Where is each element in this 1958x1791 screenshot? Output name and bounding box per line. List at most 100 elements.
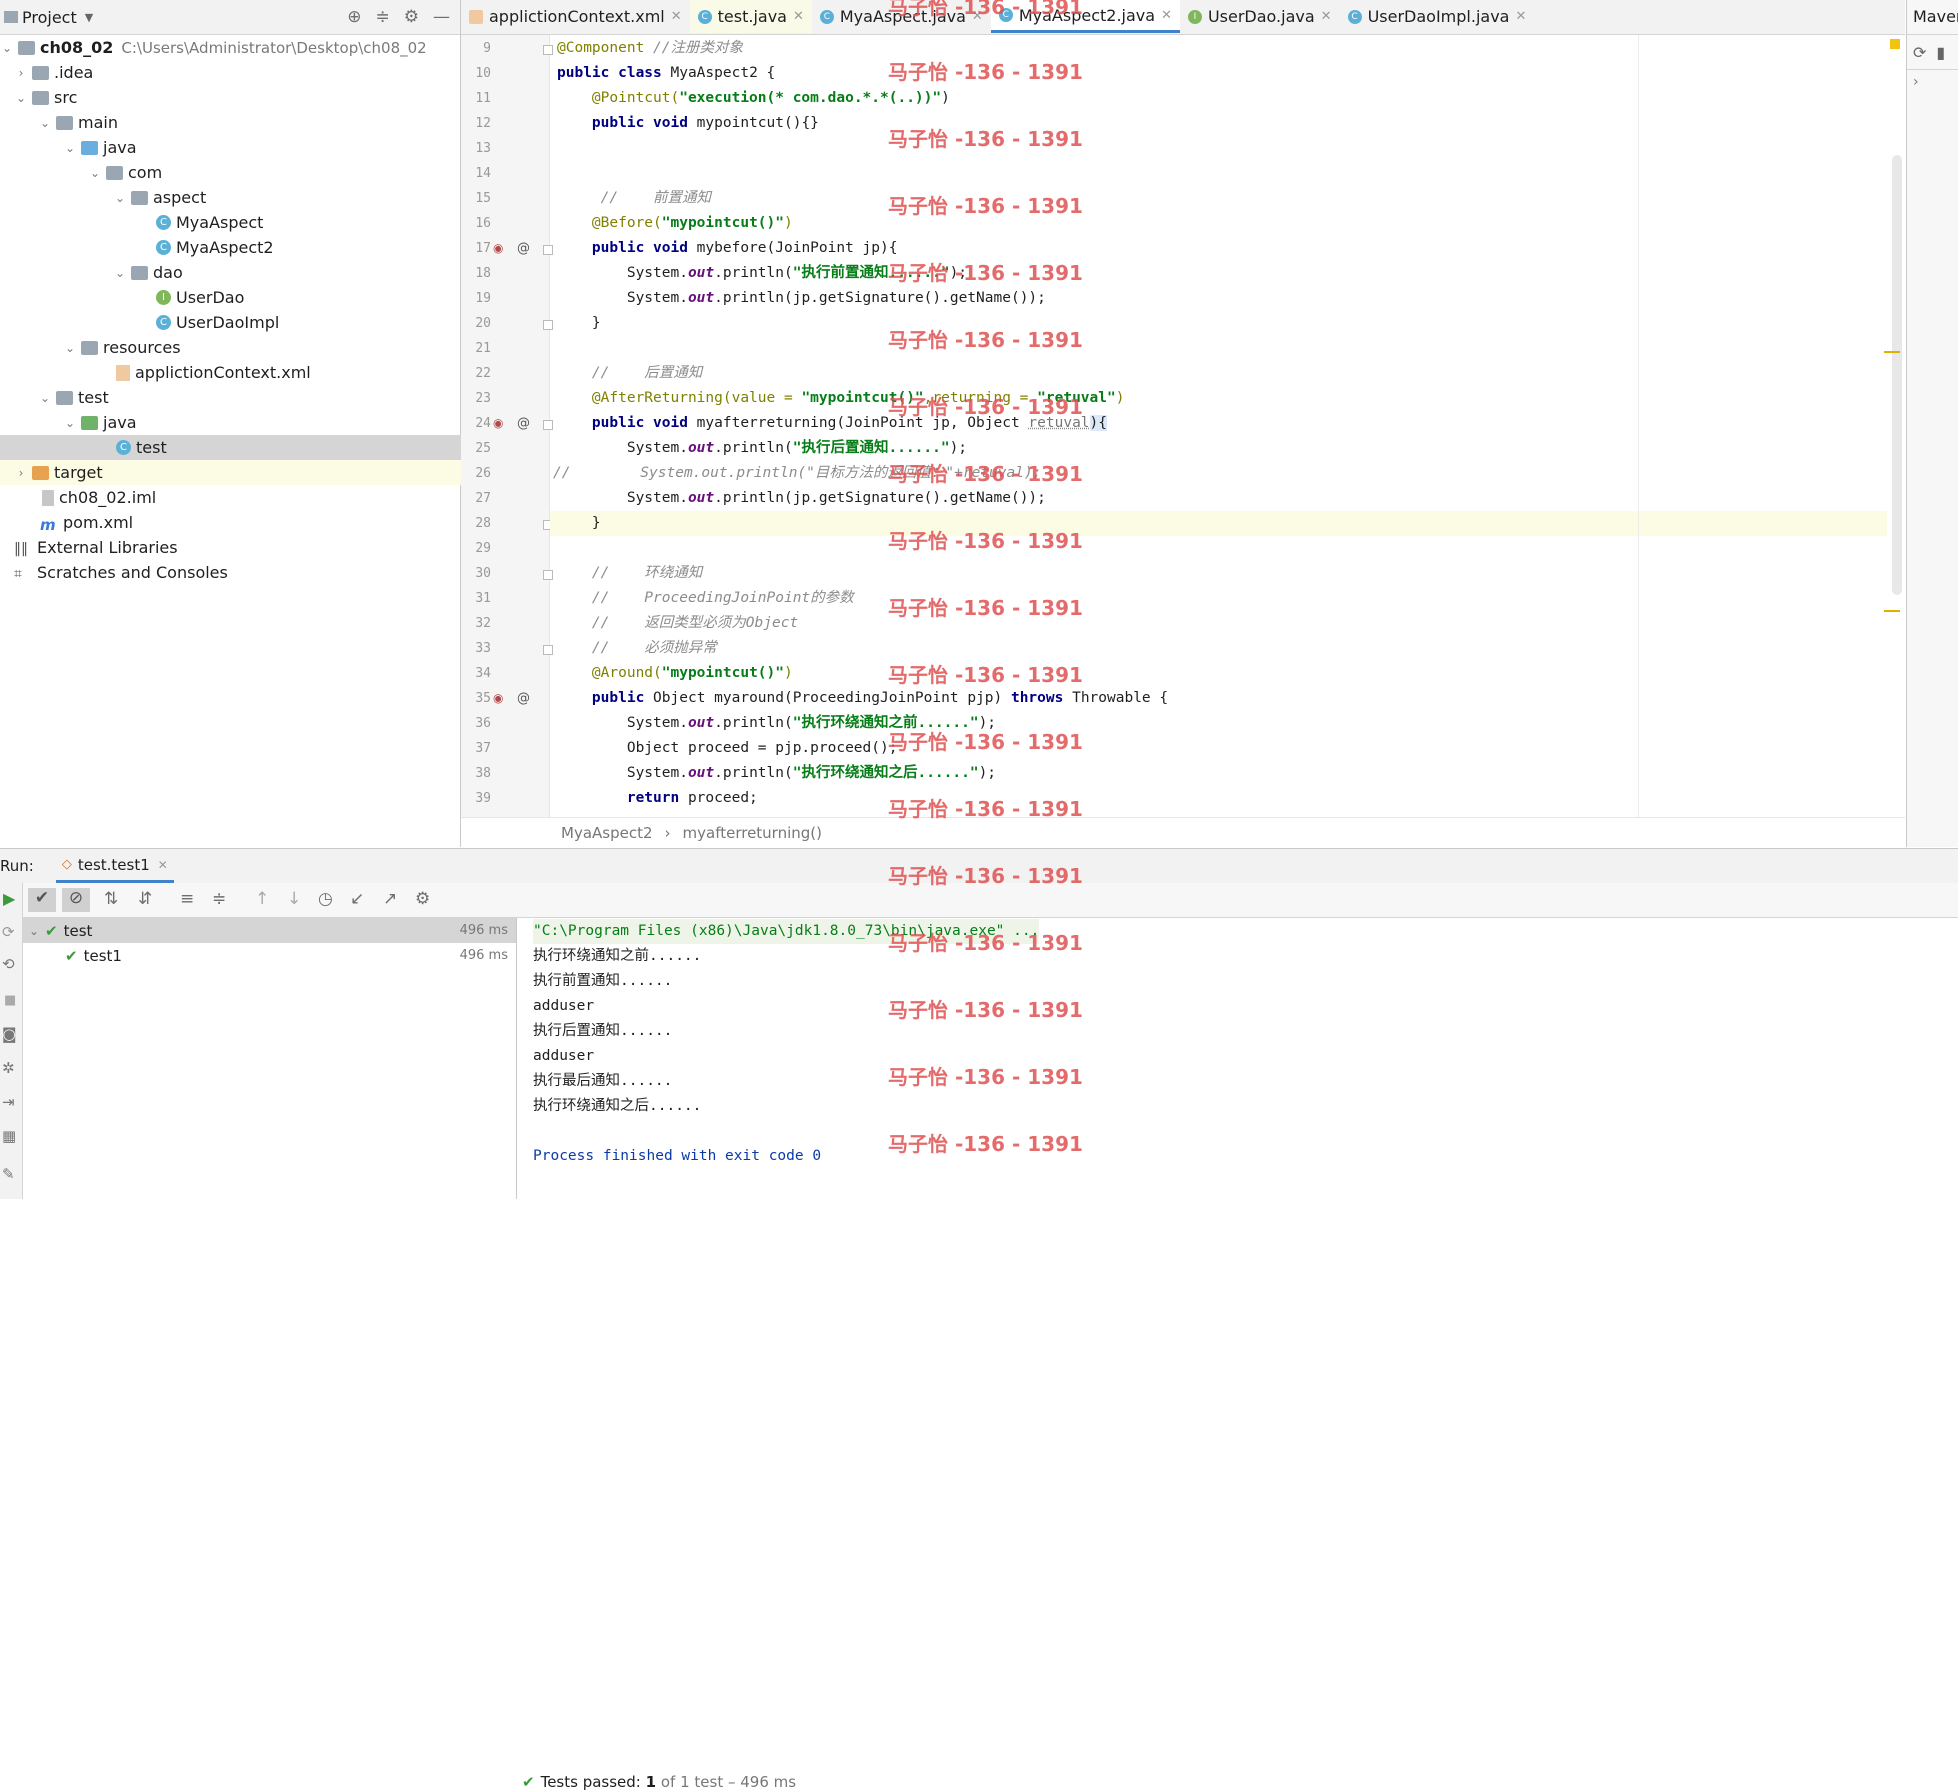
chevron-down-icon[interactable]: ⌄ bbox=[38, 116, 52, 130]
chevron-down-icon[interactable]: ⌄ bbox=[14, 91, 28, 105]
import-tests-icon[interactable]: ↙ bbox=[350, 889, 364, 909]
warning-indicator-icon[interactable] bbox=[1890, 39, 1900, 49]
fold-icon[interactable] bbox=[543, 645, 553, 655]
chevron-down-icon[interactable]: ⌄ bbox=[0, 41, 14, 55]
tree-item-ch08_02[interactable]: ⌄ ch08_02 C:\Users\Administrator\Desktop… bbox=[0, 35, 459, 60]
code-line-34[interactable]: @Around("mypointcut()") bbox=[557, 661, 793, 686]
rerun-failed-icon[interactable]: ⟳ bbox=[2, 923, 15, 941]
expand-all-icon[interactable]: ≡ bbox=[180, 889, 194, 909]
breadcrumb-class[interactable]: MyaAspect2 bbox=[561, 824, 653, 842]
tab-userdaoimpl-java[interactable]: C UserDaoImpl.java ✕ bbox=[1340, 0, 1535, 33]
show-passed-icon[interactable]: ✔ bbox=[28, 888, 56, 912]
code-line-39[interactable]: return proceed; bbox=[557, 786, 758, 811]
toggle-auto-test-icon[interactable]: ⟲ bbox=[2, 955, 15, 973]
code-line-27[interactable]: System.out.println(jp.getSignature().get… bbox=[557, 486, 1046, 511]
chevron-down-icon[interactable]: ⌄ bbox=[38, 391, 52, 405]
layout-icon[interactable]: ▦ bbox=[2, 1127, 16, 1145]
tree-item-scratches[interactable]: ⌗ Scratches and Consoles bbox=[0, 560, 469, 585]
close-icon[interactable]: ✕ bbox=[1515, 9, 1526, 24]
annotation-at-icon[interactable]: @ bbox=[517, 236, 530, 261]
fold-icon[interactable] bbox=[543, 245, 553, 255]
arrow-down-icon[interactable]: ↓ bbox=[287, 889, 301, 909]
close-icon[interactable]: ✕ bbox=[1321, 9, 1332, 24]
tree-item-src[interactable]: ⌄ src bbox=[0, 85, 473, 110]
close-icon[interactable]: ✕ bbox=[158, 858, 168, 872]
hide-icon[interactable]: — bbox=[433, 7, 450, 27]
method-advice-icon[interactable]: ◉ bbox=[493, 686, 503, 711]
chevron-down-icon[interactable]: ⌄ bbox=[63, 341, 77, 355]
chevron-down-icon[interactable]: ⌄ bbox=[63, 141, 77, 155]
fold-icon[interactable] bbox=[543, 420, 553, 430]
code-line-35[interactable]: public Object myaround(ProceedingJoinPoi… bbox=[557, 686, 1168, 711]
stop-icon[interactable]: ■ bbox=[4, 993, 16, 1008]
code-line-17[interactable]: public void mybefore(JoinPoint jp){ bbox=[557, 236, 898, 261]
code-line-15[interactable]: // 前置通知 bbox=[557, 186, 711, 211]
chevron-right-icon[interactable]: › bbox=[1907, 70, 1958, 94]
code-line-16[interactable]: @Before("mypointcut()") bbox=[557, 211, 793, 236]
collapse-all-icon[interactable]: ≑ bbox=[376, 7, 390, 27]
chevron-down-icon[interactable]: ⌄ bbox=[23, 924, 45, 938]
arrow-up-icon[interactable]: ↑ bbox=[255, 889, 269, 909]
annotation-at-icon[interactable]: @ bbox=[517, 411, 530, 436]
method-advice-icon[interactable]: ◉ bbox=[493, 411, 503, 436]
locate-icon[interactable]: ⊕ bbox=[347, 7, 361, 27]
sort-alphabetically-icon[interactable]: ⇅ bbox=[104, 889, 118, 909]
method-advice-icon[interactable]: ◉ bbox=[493, 236, 503, 261]
tree-item-java[interactable]: ⌄ java bbox=[0, 135, 522, 160]
code-editor[interactable]: 9 10 11 12 13 14 15 16 17 18 19 20 21 22… bbox=[461, 35, 1905, 817]
login-icon[interactable]: ⇥ bbox=[2, 1093, 15, 1111]
close-icon[interactable]: ✕ bbox=[1161, 8, 1172, 23]
test-case-row[interactable]: ✔ test1 496 ms bbox=[23, 943, 516, 968]
sort-by-duration-icon[interactable]: ⇵ bbox=[138, 889, 152, 909]
warning-marker[interactable] bbox=[1884, 610, 1900, 612]
code-line-30[interactable]: // 环绕通知 bbox=[557, 561, 702, 586]
scroll-thumb[interactable] bbox=[1892, 155, 1902, 595]
run-config-tab[interactable]: ◇ test.test1 ✕ bbox=[55, 849, 174, 883]
project-title[interactable]: Project bbox=[22, 8, 77, 27]
tree-item-idea[interactable]: › .idea bbox=[0, 60, 473, 85]
code-line-11[interactable]: @Pointcut("execution(* com.dao.*.*(..))"… bbox=[557, 86, 950, 111]
code-line-33[interactable]: // 必须抛异常 bbox=[557, 636, 717, 661]
warning-marker[interactable] bbox=[1884, 351, 1900, 353]
editor-gutter[interactable]: 9 10 11 12 13 14 15 16 17 18 19 20 21 22… bbox=[461, 35, 553, 817]
maven-panel-title[interactable]: Maver bbox=[1907, 0, 1958, 35]
code-line-10[interactable]: public class MyaAspect2 { bbox=[557, 61, 775, 86]
pin-icon[interactable]: ✎ bbox=[2, 1165, 15, 1183]
chevron-right-icon[interactable]: › bbox=[14, 466, 28, 480]
console-output[interactable]: "C:\Program Files (x86)\Java\jdk1.8.0_73… bbox=[517, 918, 1958, 1199]
refresh-icon[interactable]: ⟳ bbox=[1913, 43, 1926, 62]
annotation-at-icon[interactable]: @ bbox=[517, 686, 530, 711]
breadcrumb-method[interactable]: myafterreturning() bbox=[683, 824, 822, 842]
code-line-38[interactable]: System.out.println("执行环绕通知之后......"); bbox=[557, 761, 996, 786]
fold-icon[interactable] bbox=[543, 45, 553, 55]
tree-item-resources[interactable]: ⌄ resources bbox=[0, 335, 522, 360]
error-stripe[interactable] bbox=[1880, 35, 1905, 817]
collapse-all-icon[interactable]: ≑ bbox=[212, 889, 226, 909]
chevron-down-icon[interactable]: ⌄ bbox=[63, 416, 77, 430]
tree-item-external-libraries[interactable]: ‖‖ External Libraries bbox=[0, 535, 469, 560]
settings-icon[interactable]: ✲ bbox=[2, 1059, 15, 1077]
chevron-down-icon[interactable]: ⌄ bbox=[113, 266, 127, 280]
tree-item-pom-xml[interactable]: m pom.xml bbox=[0, 510, 495, 535]
code-line-32[interactable]: // 返回类型必须为Object bbox=[557, 611, 798, 636]
code-line-37[interactable]: Object proceed = pjp.proceed(); bbox=[557, 736, 898, 761]
gear-icon[interactable]: ⚙ bbox=[404, 7, 419, 27]
code-line-12[interactable]: public void mypointcut(){} bbox=[557, 111, 819, 136]
close-icon[interactable]: ✕ bbox=[671, 9, 682, 24]
fold-icon[interactable] bbox=[543, 320, 553, 330]
tab-applictioncontext-xml[interactable]: applictionContext.xml ✕ bbox=[461, 0, 690, 33]
chevron-down-icon[interactable]: ⌄ bbox=[113, 191, 127, 205]
chevron-right-icon[interactable]: › bbox=[14, 66, 28, 80]
close-icon[interactable]: ✕ bbox=[793, 9, 804, 24]
code-line-22[interactable]: // 后置通知 bbox=[557, 361, 702, 386]
show-ignored-icon[interactable]: ⊘ bbox=[62, 888, 90, 912]
code-line-31[interactable]: // ProceedingJoinPoint的参数 bbox=[557, 586, 854, 611]
tree-item-test-java[interactable]: ⌄ java bbox=[0, 410, 522, 435]
gear-icon[interactable]: ⚙ bbox=[415, 889, 430, 909]
rerun-icon[interactable]: ▶ bbox=[3, 889, 15, 908]
chevron-down-icon[interactable]: ⌄ bbox=[88, 166, 102, 180]
folder-icon[interactable]: ▮ bbox=[1936, 43, 1945, 62]
tree-item-test-folder[interactable]: ⌄ test bbox=[0, 385, 497, 410]
tree-item-target[interactable]: › target bbox=[0, 460, 473, 485]
tree-item-main[interactable]: ⌄ main bbox=[0, 110, 497, 135]
